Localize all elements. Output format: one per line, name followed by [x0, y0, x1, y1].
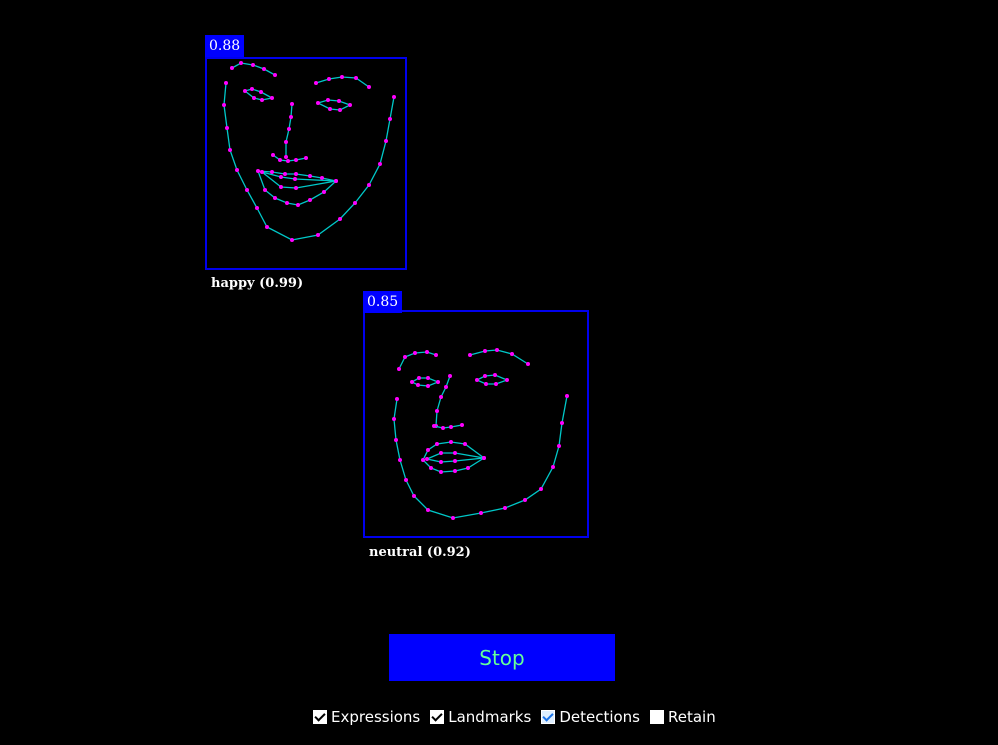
detections-checkbox[interactable]	[541, 710, 556, 724]
face-score-2: 0.85	[363, 291, 403, 313]
face-score-1: 0.88	[205, 35, 245, 57]
option-label: Detections	[559, 708, 640, 726]
face-box-2	[363, 310, 589, 538]
option-label: Landmarks	[448, 708, 532, 726]
retain-checkbox[interactable]	[650, 710, 664, 724]
options-bar: Expressions Landmarks Detections Retain	[313, 706, 716, 728]
option-label: Expressions	[331, 708, 421, 726]
expressions-checkbox[interactable]	[313, 710, 327, 724]
stop-button[interactable]: Stop	[389, 634, 615, 681]
face-box-1	[205, 57, 407, 270]
face-expression-1: happy (0.99)	[211, 276, 304, 291]
face-expression-2: neutral (0.92)	[369, 545, 471, 560]
option-expressions[interactable]: Expressions	[313, 708, 420, 726]
option-landmarks[interactable]: Landmarks	[430, 708, 531, 726]
landmarks-checkbox[interactable]	[430, 710, 445, 724]
video-canvas: 0.88 happy (0.99) 0.85 neutral (0.92)	[0, 0, 998, 600]
option-retain[interactable]: Retain	[650, 708, 716, 726]
option-detections[interactable]: Detections	[541, 708, 640, 726]
option-label: Retain	[668, 708, 716, 726]
